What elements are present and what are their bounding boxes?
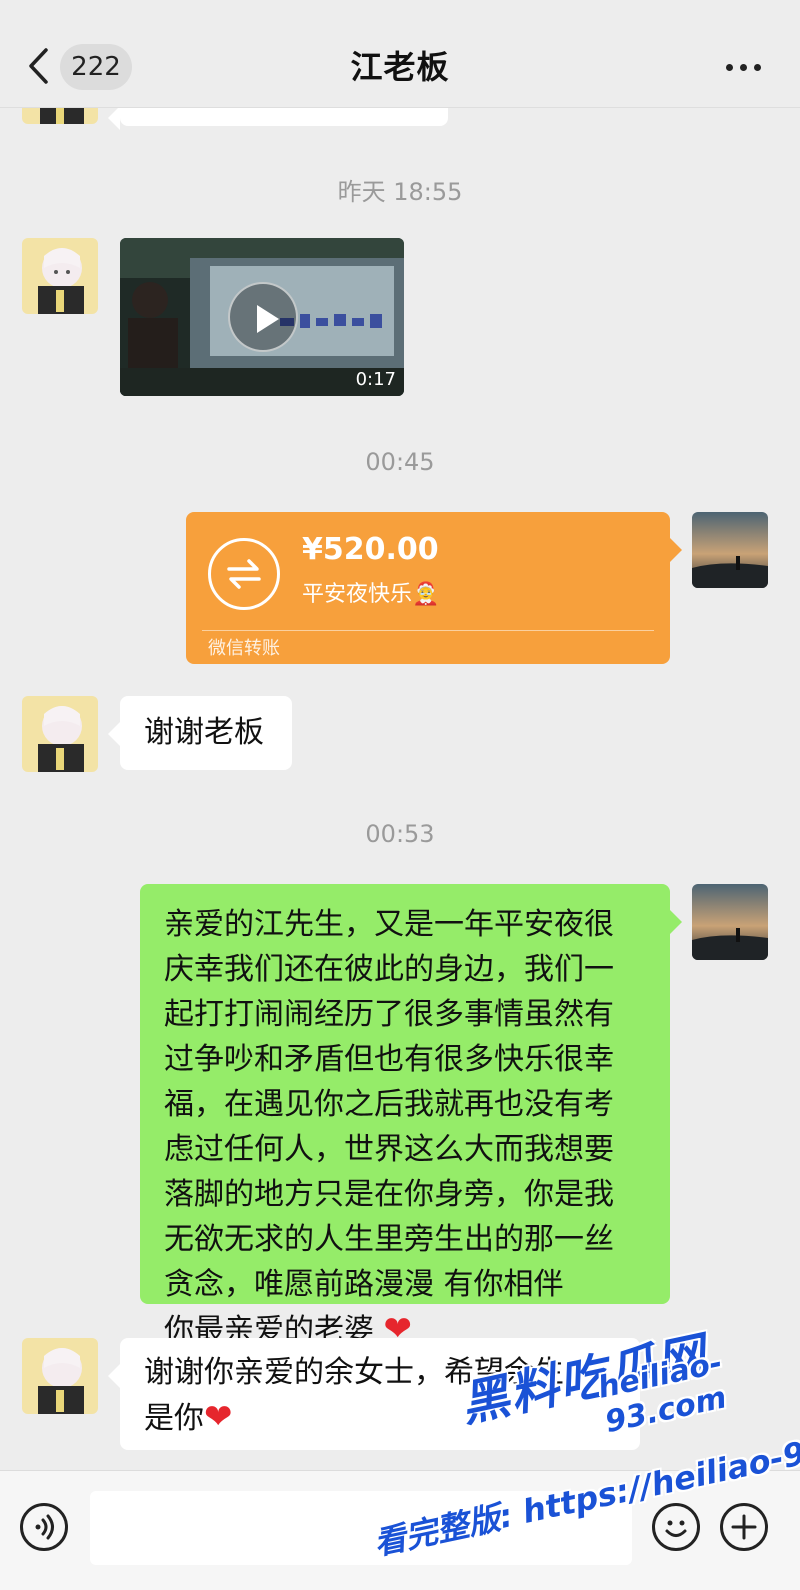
message-line: 虑过任何人，世界这么大而我想要 — [164, 1132, 614, 1167]
message-bubble-sent[interactable]: 亲爱的江先生，又是一年平安夜很 庆幸我们还在彼此的身边，我们一 起打打闹闹经历了… — [140, 884, 682, 1349]
chat-header: 222 江老板 — [0, 0, 800, 108]
avatar-image — [692, 884, 768, 960]
emoji-button[interactable] — [652, 1503, 700, 1551]
message-line: 亲爱的江先生，又是一年平安夜很 — [164, 907, 614, 942]
video-duration: 0:17 — [355, 369, 396, 390]
message-line: 过争吵和矛盾但也有很多快乐很幸 — [164, 1042, 614, 1077]
play-button[interactable] — [228, 282, 298, 352]
plus-button[interactable] — [720, 1503, 768, 1551]
divider — [202, 630, 654, 631]
avatar-image — [22, 696, 98, 772]
avatar-image — [692, 512, 768, 588]
plus-icon — [731, 1514, 757, 1540]
transfer-message[interactable]: ¥520.00 平安夜快乐🤶 微信转账 — [186, 512, 682, 664]
contact-avatar[interactable] — [22, 1338, 98, 1414]
emoji-icon — [665, 1520, 687, 1537]
message-line: 无欲无求的人生里旁生出的那一丝 — [164, 1222, 614, 1257]
message-line: 庆幸我们还在彼此的身边，我们一 — [164, 952, 614, 987]
timestamp: 昨天 18:55 — [337, 178, 463, 206]
chat-title: 江老板 — [350, 48, 450, 86]
message-line: 落脚的地方只是在你身旁，你是我 — [164, 1177, 614, 1212]
message-line: 贪念，唯愿前路漫漫 有你相伴 — [164, 1267, 564, 1302]
more-dots-icon — [726, 64, 733, 71]
avatar-image — [22, 238, 98, 314]
voice-button[interactable] — [20, 1503, 68, 1551]
voice-icon — [35, 1514, 54, 1540]
message-bubble[interactable]: 谢谢老板 — [108, 696, 292, 770]
contact-avatar[interactable] — [22, 238, 98, 314]
transfer-source-label: 微信转账 — [208, 638, 280, 659]
self-avatar[interactable] — [692, 512, 768, 588]
timestamp: 00:45 — [365, 448, 435, 476]
heart-emoji: ❤ — [204, 1397, 233, 1437]
transfer-amount: ¥520.00 — [302, 532, 439, 567]
message-line: 是你 — [144, 1401, 204, 1436]
self-avatar[interactable] — [692, 884, 768, 960]
transfer-note: 平安夜快乐🤶 — [302, 582, 440, 607]
message-text: 谢谢老板 — [144, 715, 264, 750]
contact-avatar[interactable] — [22, 696, 98, 772]
transfer-icon — [208, 538, 280, 610]
timestamp: 00:53 — [365, 820, 435, 848]
message-line: 起打打闹闹经历了很多事情虽然有 — [164, 997, 614, 1032]
message-line: 福，在遇见你之后我就再也没有考 — [164, 1087, 614, 1122]
video-message[interactable]: 0:17 — [120, 238, 404, 396]
avatar-image — [22, 1338, 98, 1414]
more-button[interactable] — [724, 50, 764, 84]
